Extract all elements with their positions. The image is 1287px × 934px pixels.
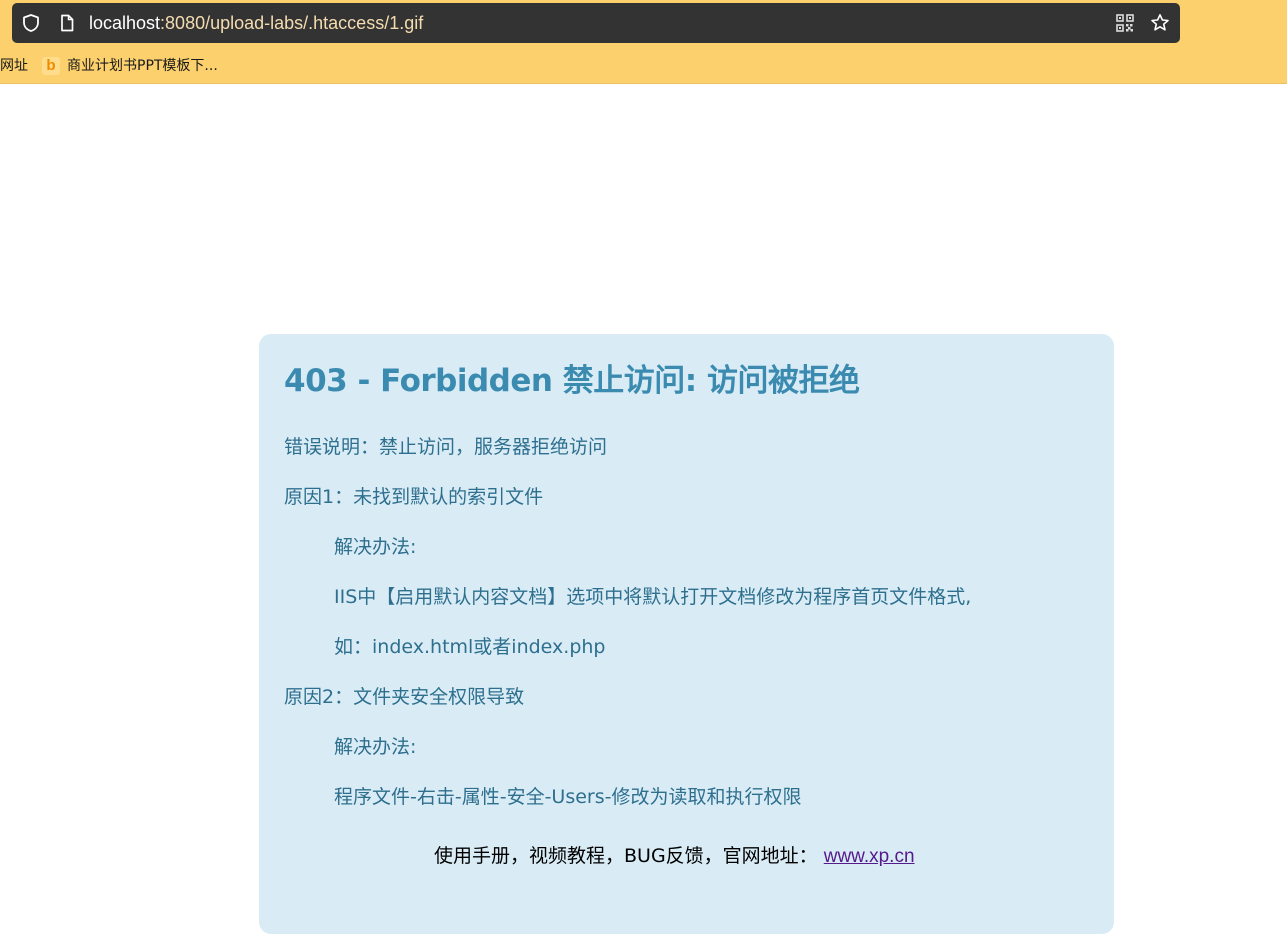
error-title: 403 - Forbidden 禁止访问: 访问被拒绝 bbox=[284, 363, 860, 399]
url-host: localhost bbox=[89, 13, 161, 33]
bookmark-star-icon[interactable] bbox=[1150, 13, 1170, 33]
solution-2-step-1: 程序文件-右击-属性-安全-Users-修改为读取和执行权限 bbox=[334, 786, 802, 808]
error-description: 错误说明：禁止访问，服务器拒绝访问 bbox=[284, 436, 608, 458]
solution-1-label: 解决办法: bbox=[334, 536, 417, 558]
bookmark-item-ppt[interactable]: 商业计划书PPT模板下... bbox=[67, 56, 218, 76]
solution-2-label: 解决办法: bbox=[334, 736, 417, 758]
solution-1-step-2: 如：index.html或者index.php bbox=[334, 636, 606, 658]
solution-1-step-1: IIS中【启用默认内容文档】选项中将默认打开文档修改为程序首页文件格式, bbox=[334, 586, 972, 608]
qr-code-icon[interactable] bbox=[1115, 13, 1135, 33]
official-site-link[interactable]: www.xp.cn bbox=[824, 846, 915, 867]
browser-toolbar: localhost:8080/upload-labs/.htaccess/1.g… bbox=[0, 0, 1287, 84]
reason-2: 原因2：文件夹安全权限导致 bbox=[284, 686, 525, 708]
page-icon[interactable] bbox=[57, 13, 77, 33]
reason-1: 原因1：未找到默认的索引文件 bbox=[284, 486, 544, 508]
shield-icon[interactable] bbox=[21, 13, 41, 33]
footer-text: 使用手册，视频教程，BUG反馈，官网地址： bbox=[434, 845, 818, 867]
url-path: :8080/upload-labs/.htaccess/1.gif bbox=[160, 13, 424, 33]
bing-favicon-icon: b bbox=[42, 57, 60, 75]
url-text[interactable]: localhost:8080/upload-labs/.htaccess/1.g… bbox=[89, 13, 423, 33]
bookmark-item-wangzhi[interactable]: 网址 bbox=[0, 56, 28, 76]
address-bar[interactable]: localhost:8080/upload-labs/.htaccess/1.g… bbox=[12, 3, 1180, 43]
footer-line: 使用手册，视频教程，BUG反馈，官网地址： www.xp.cn bbox=[434, 842, 915, 871]
bookmarks-bar: 网址 b 商业计划书PPT模板下... bbox=[0, 50, 1287, 82]
